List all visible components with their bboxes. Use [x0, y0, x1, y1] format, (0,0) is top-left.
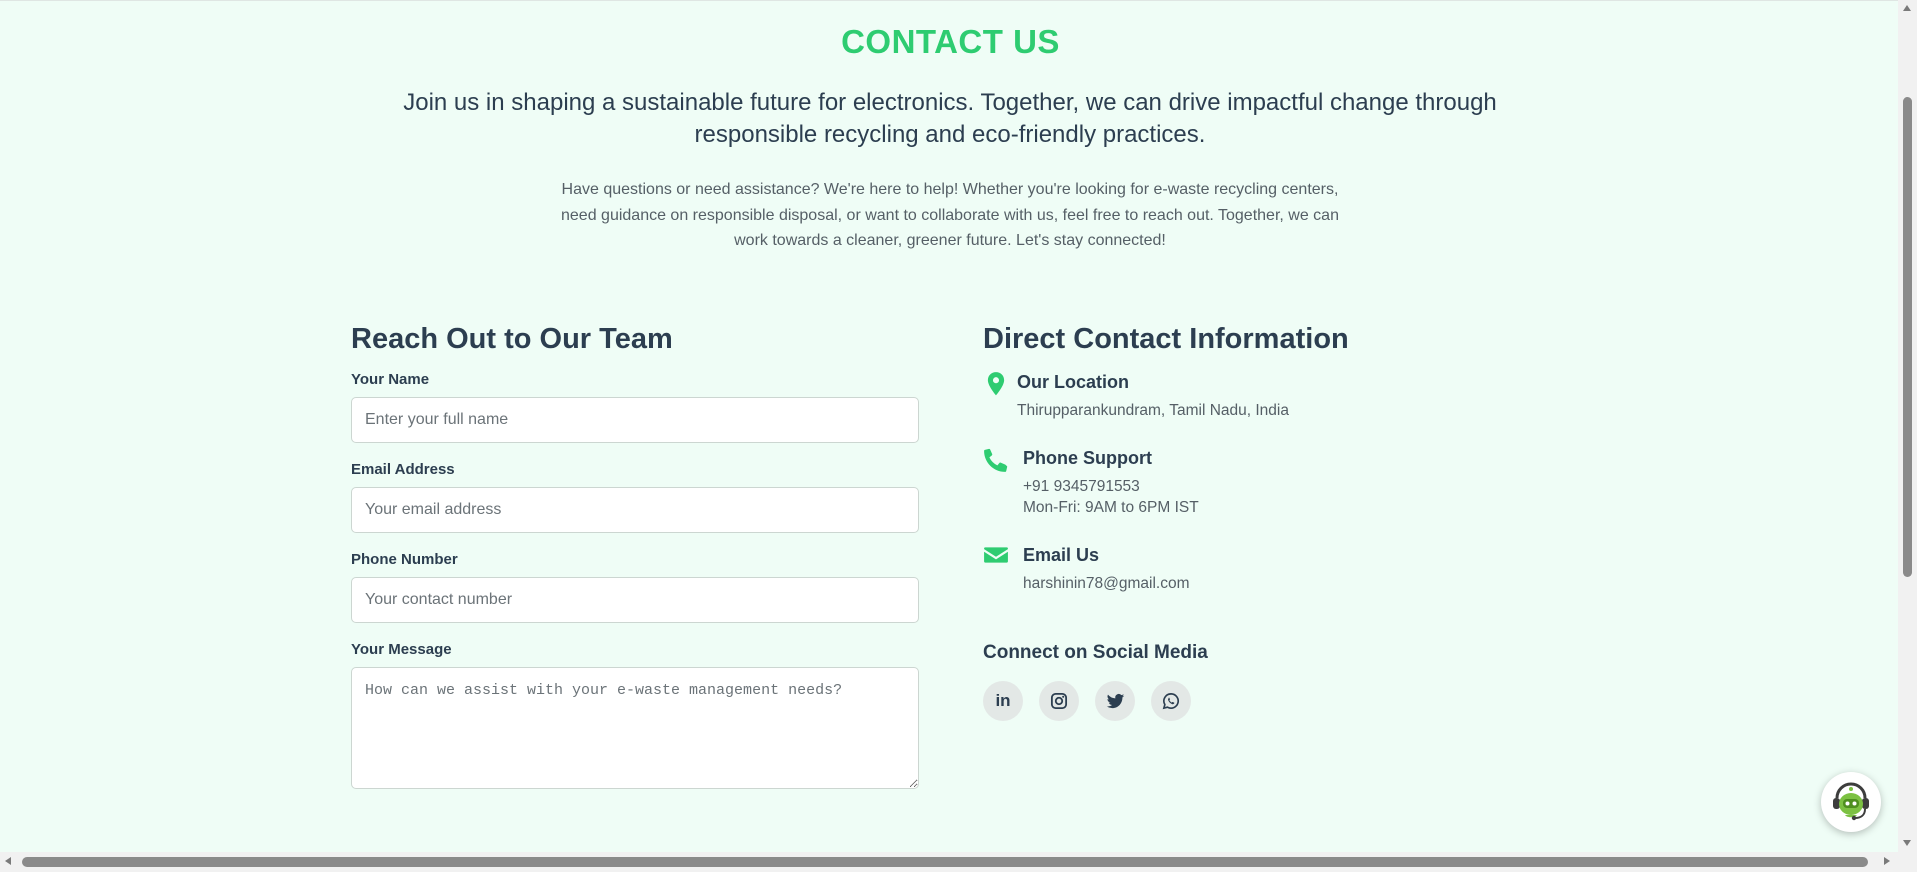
- twitter-icon: [1106, 693, 1124, 708]
- location-text: Thirupparankundram, Tamil Nadu, India: [1017, 402, 1289, 419]
- phone-icon: [984, 448, 1008, 472]
- phone-input[interactable]: [351, 577, 919, 623]
- chatbot-button[interactable]: [1821, 772, 1881, 832]
- vertical-scroll-thumb[interactable]: [1903, 97, 1912, 577]
- phone-label: Phone Number: [351, 551, 458, 568]
- name-input[interactable]: [351, 397, 919, 443]
- phone-title: Phone Support: [1023, 448, 1152, 468]
- scroll-down-arrow-icon[interactable]: [1903, 840, 1911, 846]
- horizontal-scrollbar[interactable]: [0, 852, 1917, 872]
- info-heading: Direct Contact Information: [983, 323, 1349, 355]
- message-textarea[interactable]: [351, 667, 919, 789]
- social-links: in: [983, 681, 1543, 721]
- vertical-scrollbar[interactable]: [1898, 0, 1917, 852]
- email-label: Email Address: [351, 461, 455, 478]
- map-marker-icon: [987, 372, 1005, 396]
- page-title: CONTACT US: [841, 23, 1060, 60]
- form-heading: Reach Out to Our Team: [351, 323, 673, 355]
- contact-info: Direct Contact Information Our Location …: [983, 323, 1543, 721]
- instagram-button[interactable]: [1039, 681, 1079, 721]
- email-field-group: Email Address: [351, 461, 919, 533]
- contact-page: CONTACT US Join us in shaping a sustaina…: [0, 0, 1898, 852]
- phone-field-group: Phone Number: [351, 551, 919, 623]
- whatsapp-button[interactable]: [1151, 681, 1191, 721]
- linkedin-icon: in: [995, 691, 1011, 710]
- phone-hours: Mon-Fri: 9AM to 6PM IST: [1023, 499, 1199, 516]
- message-field-group: Your Message: [351, 641, 919, 794]
- contact-form: Reach Out to Our Team Your Name Email Ad…: [351, 323, 919, 812]
- scroll-right-arrow-icon[interactable]: [1884, 857, 1890, 865]
- robot-assistant-icon: [1833, 782, 1869, 821]
- message-label: Your Message: [351, 641, 452, 658]
- email-address[interactable]: harshinin78@gmail.com: [1023, 573, 1543, 594]
- name-label: Your Name: [351, 371, 430, 388]
- social-heading: Connect on Social Media: [983, 642, 1208, 663]
- scroll-left-arrow-icon[interactable]: [5, 857, 11, 865]
- email-title: Email Us: [1023, 545, 1100, 565]
- email-input[interactable]: [351, 487, 919, 533]
- twitter-button[interactable]: [1095, 681, 1135, 721]
- phone-item: Phone Support +91 9345791553 Mon-Fri: 9A…: [983, 447, 1543, 544]
- instagram-icon: [1050, 692, 1068, 710]
- name-field-group: Your Name: [351, 371, 919, 443]
- description-text: Have questions or need assistance? We're…: [561, 181, 1339, 249]
- whatsapp-icon: [1162, 693, 1180, 710]
- phone-number: +91 9345791553: [1023, 478, 1140, 495]
- linkedin-button[interactable]: in: [983, 681, 1023, 721]
- lead-text: Join us in shaping a sustainable future …: [403, 89, 1497, 148]
- email-item: Email Us harshinin78@gmail.com: [983, 544, 1543, 604]
- scroll-up-arrow-icon[interactable]: [1903, 5, 1911, 11]
- location-title: Our Location: [1017, 372, 1129, 392]
- location-item: Our Location Thirupparankundram, Tamil N…: [983, 371, 1543, 447]
- envelope-icon: [984, 547, 1008, 563]
- horizontal-scroll-thumb[interactable]: [22, 857, 1868, 867]
